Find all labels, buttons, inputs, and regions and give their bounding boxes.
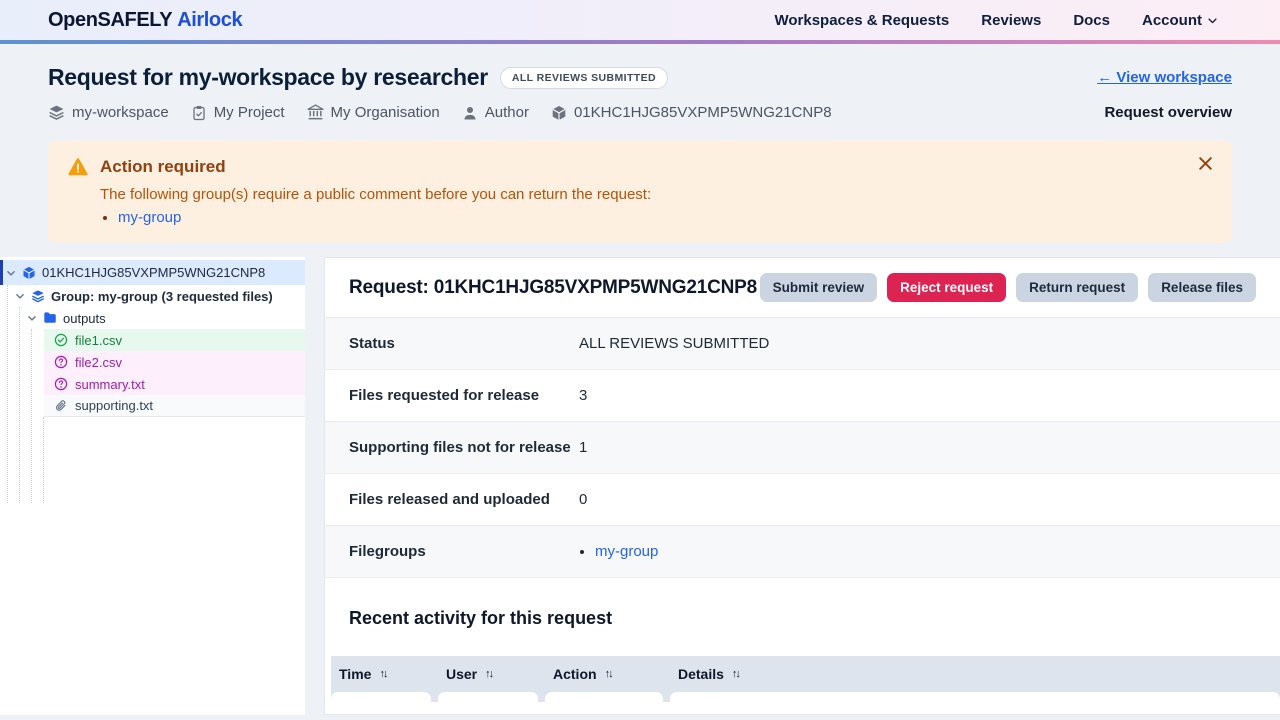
- chevron-down-icon: [27, 313, 37, 323]
- meta-author: Author: [462, 104, 529, 121]
- activity-cell: [331, 692, 431, 702]
- detail-row-files-requested: Files requested for release 3: [325, 370, 1280, 422]
- tree-item-label: Group: my-group (3 requested files): [51, 289, 273, 304]
- tree-item-label: supporting.txt: [75, 398, 153, 413]
- sort-icon: ↑↓: [485, 668, 492, 680]
- activity-cell: [670, 692, 1280, 702]
- meta-organisation: My Organisation: [307, 104, 440, 121]
- folder-icon: [43, 311, 57, 325]
- chevron-down-icon: [1207, 15, 1218, 26]
- activity-table: Time↑↓ User↑↓ Action↑↓ Details↑↓: [331, 656, 1280, 702]
- activity-table-header: Time↑↓ User↑↓ Action↑↓ Details↑↓: [331, 656, 1280, 692]
- request-panel: Request: 01KHC1HJG85VXPMP5WNG21CNP8 Subm…: [324, 257, 1280, 715]
- nav-items: Workspaces & Requests Reviews Docs Accou…: [774, 12, 1218, 29]
- tree-item-group[interactable]: Group: my-group (3 requested files): [0, 285, 305, 307]
- tree-item-supporting[interactable]: supporting.txt: [44, 395, 305, 417]
- action-required-alert: Action required The following group(s) r…: [48, 140, 1232, 243]
- column-header-user[interactable]: User↑↓: [438, 666, 538, 682]
- tree-item-label: outputs: [63, 311, 106, 326]
- list-item: my-group: [595, 543, 658, 560]
- brand-name: OpenSAFELY: [48, 9, 172, 31]
- layers-icon: [31, 289, 45, 303]
- view-workspace-link[interactable]: ← View workspace: [1097, 69, 1232, 86]
- tree-guide-line: [31, 329, 32, 503]
- status-badge: ALL REVIEWS SUBMITTED: [500, 67, 668, 89]
- tree-item-summary[interactable]: summary.txt: [44, 373, 305, 395]
- my-group-link[interactable]: my-group: [118, 209, 181, 226]
- detail-row-filegroups: Filegroups my-group: [325, 526, 1280, 578]
- sort-icon: ↑↓: [605, 668, 612, 680]
- tree-item-label: summary.txt: [75, 377, 145, 392]
- warning-icon: [68, 157, 88, 177]
- page-title: Request for my-workspace by researcher: [48, 64, 488, 91]
- nav-workspaces-requests[interactable]: Workspaces & Requests: [774, 12, 949, 29]
- layers-icon: [48, 104, 65, 121]
- paperclip-icon: [54, 399, 68, 413]
- detail-row-files-released: Files released and uploaded 0: [325, 474, 1280, 526]
- request-actions: Submit review Reject request Return requ…: [760, 273, 1256, 302]
- check-circle-icon: [54, 333, 68, 347]
- request-panel-title: Request: 01KHC1HJG85VXPMP5WNG21CNP8: [349, 277, 757, 299]
- organisation-icon: [307, 104, 324, 121]
- file-tree-sidebar: 01KHC1HJG85VXPMP5WNG21CNP8 Group: my-gro…: [0, 257, 305, 715]
- sort-icon: ↑↓: [379, 668, 386, 680]
- clipboard-icon: [191, 105, 207, 121]
- close-icon[interactable]: [1192, 150, 1218, 176]
- tree-item-outputs-folder[interactable]: outputs: [0, 307, 305, 329]
- request-overview-label: Request overview: [1104, 104, 1232, 121]
- breadcrumb: my-workspace My Project My Organisation …: [48, 104, 832, 121]
- meta-request-id: 01KHC1HJG85VXPMP5WNG21CNP8: [551, 104, 832, 121]
- alert-group-list: my-group: [118, 209, 1192, 226]
- nav-account-menu[interactable]: Account: [1142, 12, 1218, 29]
- submit-review-button[interactable]: Submit review: [760, 273, 878, 302]
- tree-item-label: file2.csv: [75, 355, 122, 370]
- chevron-down-icon: [6, 268, 16, 278]
- alert-message: The following group(s) require a public …: [100, 186, 1192, 203]
- tree-item-label: file1.csv: [75, 333, 122, 348]
- top-navigation: OpenSAFELYAirlock Workspaces & Requests …: [0, 0, 1280, 40]
- brand-logo[interactable]: OpenSAFELYAirlock: [48, 9, 242, 32]
- nav-reviews[interactable]: Reviews: [981, 12, 1041, 29]
- meta-project: My Project: [191, 104, 285, 121]
- chevron-down-icon: [15, 291, 25, 301]
- reject-request-button[interactable]: Reject request: [887, 273, 1006, 302]
- return-request-button[interactable]: Return request: [1016, 273, 1138, 302]
- tree-guide-line: [19, 307, 20, 503]
- list-item: my-group: [118, 209, 1192, 226]
- filegroup-link[interactable]: my-group: [595, 543, 658, 560]
- detail-row-status: Status ALL REVIEWS SUBMITTED: [325, 318, 1280, 370]
- question-circle-icon: [54, 355, 68, 369]
- column-header-action[interactable]: Action↑↓: [545, 666, 663, 682]
- meta-workspace: my-workspace: [48, 104, 169, 121]
- detail-row-supporting-files: Supporting files not for release 1: [325, 422, 1280, 474]
- sort-icon: ↑↓: [732, 668, 739, 680]
- tree-item-request-root[interactable]: 01KHC1HJG85VXPMP5WNG21CNP8: [0, 260, 305, 285]
- alert-title: Action required: [100, 157, 1192, 177]
- tree-guide-line: [43, 417, 44, 503]
- tree-item-file2[interactable]: file2.csv: [44, 351, 305, 373]
- cube-icon: [551, 105, 567, 121]
- activity-section-title: Recent activity for this request: [349, 608, 1256, 629]
- table-row: [331, 692, 1280, 702]
- brand-product: Airlock: [177, 9, 242, 31]
- cube-icon: [22, 266, 36, 280]
- tree-guide-line: [7, 285, 8, 503]
- tree-item-label: 01KHC1HJG85VXPMP5WNG21CNP8: [42, 265, 265, 280]
- question-circle-icon: [54, 377, 68, 391]
- page-header: Request for my-workspace by researcher A…: [0, 44, 1280, 121]
- release-files-button[interactable]: Release files: [1148, 273, 1256, 302]
- tree-item-file1[interactable]: file1.csv: [44, 329, 305, 351]
- nav-docs[interactable]: Docs: [1073, 12, 1110, 29]
- activity-cell: [438, 692, 538, 702]
- column-header-time[interactable]: Time↑↓: [331, 666, 431, 682]
- user-icon: [462, 105, 478, 121]
- activity-cell: [545, 692, 663, 702]
- column-header-details[interactable]: Details↑↓: [670, 666, 1280, 682]
